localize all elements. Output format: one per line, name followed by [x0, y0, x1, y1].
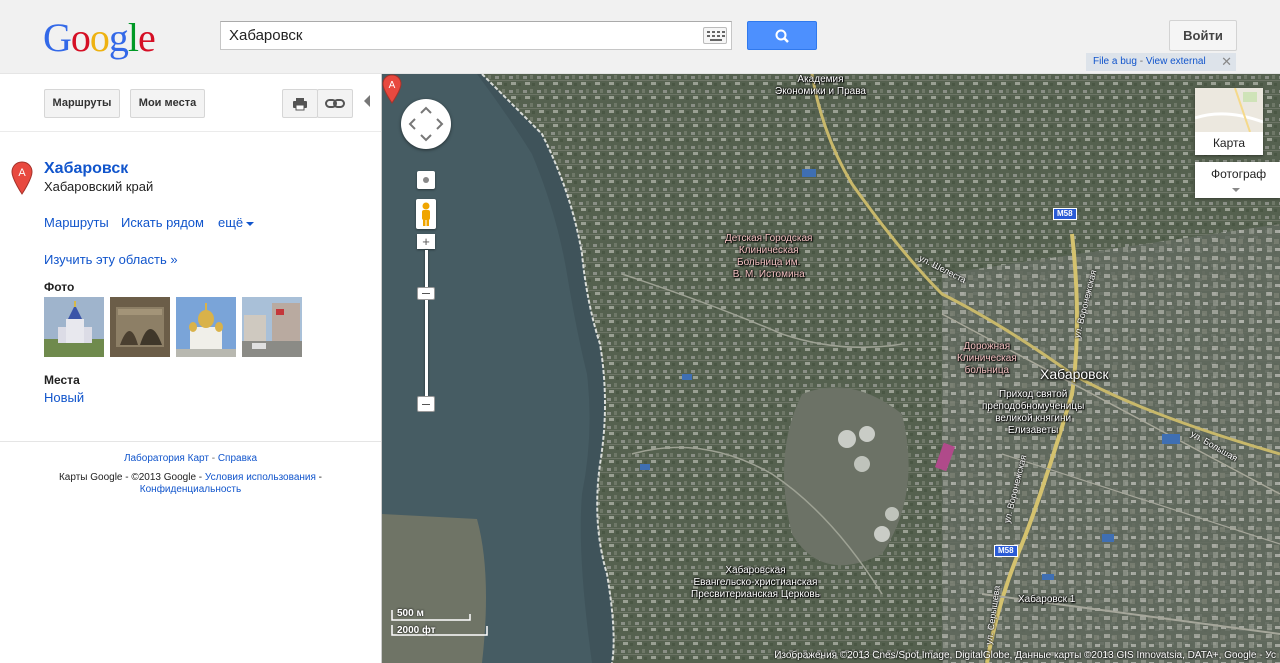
satellite-layer-button[interactable]: Фотограф	[1195, 162, 1280, 198]
keyboard-icon[interactable]	[703, 27, 727, 44]
view-external-link[interactable]: View external	[1146, 56, 1206, 67]
divider	[0, 441, 381, 442]
places-heading: Места	[44, 373, 80, 387]
zoom-in-button[interactable]: +	[417, 234, 435, 249]
photo-thumbnail[interactable]	[242, 297, 302, 357]
print-icon	[293, 98, 307, 111]
panel-toolbar: Маршруты Мои места	[0, 74, 381, 132]
pan-control[interactable]	[401, 99, 451, 149]
photo-thumbnail[interactable]	[110, 297, 170, 357]
photos-heading: Фото	[44, 280, 75, 294]
terms-link[interactable]: Условия использования	[205, 472, 316, 483]
search-icon	[775, 29, 789, 43]
my-location-button[interactable]	[417, 171, 435, 189]
logo-letter: G	[43, 15, 72, 60]
logo-letter: o	[89, 15, 110, 60]
chevron-down-icon	[1232, 188, 1240, 192]
logo-letter: g	[108, 15, 129, 60]
photo-thumbnail[interactable]	[176, 297, 236, 357]
help-link[interactable]: Справка	[218, 453, 257, 464]
maps-labs-link[interactable]: Лаборатория Карт	[124, 453, 209, 464]
poi-label[interactable]: Приход святой преподобномученицы великой к…	[982, 389, 1084, 437]
poi-label[interactable]: Хабаровская Евангельско-христианская Пресв…	[691, 565, 820, 601]
copyright-text: Карты Google - ©2013 Google -	[58, 472, 205, 483]
location-dot-icon	[423, 177, 429, 183]
satellite-imagery	[382, 74, 1280, 663]
map-layer-thumbnail	[1195, 88, 1263, 132]
pegman-icon	[422, 202, 430, 226]
poi-label[interactable]: Дорожная Клиническая больница	[957, 341, 1017, 377]
search-nearby-link[interactable]: Искать рядом	[121, 215, 204, 230]
street-view-pegman[interactable]	[416, 199, 436, 229]
poi-label[interactable]: Академия Экономики и Права	[775, 74, 866, 98]
marker-a-icon: A	[11, 161, 33, 195]
map-canvas[interactable]: Академия Экономики и Права Детская Городс…	[382, 74, 1280, 663]
side-panel: Маршруты Мои места A Хабаровск Хабаровск…	[0, 74, 382, 663]
search-button[interactable]	[747, 21, 817, 50]
more-dropdown[interactable]: ещё	[218, 215, 255, 230]
close-icon[interactable]: ✕	[1221, 53, 1232, 71]
marker-label[interactable]: Хабаровск	[1040, 366, 1109, 382]
new-place-link[interactable]: Новый	[44, 390, 84, 405]
poi-label[interactable]: Детская Городская Клиническая Больница им.…	[725, 233, 812, 281]
photo-thumbnail[interactable]	[44, 297, 104, 357]
map-layer-button[interactable]: Карта	[1195, 88, 1263, 155]
highway-shield: M58	[1053, 208, 1077, 220]
signin-button[interactable]: Войти	[1169, 20, 1237, 51]
marker-letter: A	[389, 80, 396, 91]
logo-letter: e	[138, 15, 156, 60]
collapse-panel-icon[interactable]	[364, 95, 370, 107]
place-subtitle: Хабаровский край	[44, 179, 154, 194]
scale-metric: 500 м	[397, 608, 424, 619]
header: Google Войти File a bug - View external …	[0, 0, 1280, 74]
file-bug-link[interactable]: File a bug	[1093, 56, 1137, 67]
footer-separator: -	[315, 472, 323, 483]
logo-letter: o	[70, 15, 91, 60]
marker-a-letter: A	[18, 167, 26, 179]
zoom-out-button[interactable]	[417, 396, 435, 412]
zoom-slider-track[interactable]	[425, 250, 428, 396]
marker-a-icon[interactable]: A	[382, 74, 402, 104]
explore-area-link[interactable]: Изучить эту область »	[44, 252, 178, 267]
more-label: ещё	[218, 215, 244, 230]
satellite-layer-label: Фотограф	[1211, 167, 1267, 181]
place-title[interactable]: Хабаровск	[44, 160, 128, 178]
map-attribution: Изображения ©2013 Cnes/Spot Image, Digit…	[774, 650, 1276, 661]
scale-bar: 500 м 2000 фт	[390, 607, 490, 637]
bug-separator: -	[1136, 56, 1146, 67]
directions-link[interactable]: Маршруты	[44, 215, 109, 230]
poi-label[interactable]: Хабаровск 1	[1018, 594, 1075, 606]
scale-imperial: 2000 фт	[397, 625, 436, 636]
logo-letter: l	[127, 15, 139, 60]
footer-links: Лаборатория Карт - Справка	[0, 453, 381, 464]
chevron-down-icon	[246, 221, 255, 226]
search-input[interactable]	[221, 22, 691, 49]
map-layer-label: Карта	[1212, 136, 1246, 150]
highway-shield: M58	[994, 545, 1018, 557]
footer-legal: Карты Google - ©2013 Google - Условия ис…	[0, 472, 381, 496]
link-button[interactable]	[317, 89, 353, 118]
search-box	[220, 21, 732, 50]
pan-arrows-icon	[408, 106, 444, 142]
my-places-button[interactable]: Мои места	[130, 89, 205, 118]
print-button[interactable]	[282, 89, 318, 118]
privacy-link[interactable]: Конфиденциальность	[140, 484, 241, 495]
google-logo[interactable]: Google	[43, 14, 156, 61]
link-icon	[325, 99, 345, 108]
footer-separator: -	[208, 453, 218, 464]
routes-button[interactable]: Маршруты	[44, 89, 120, 118]
zoom-slider-handle[interactable]	[417, 287, 435, 300]
bug-bar: File a bug - View external ✕	[1086, 53, 1236, 71]
